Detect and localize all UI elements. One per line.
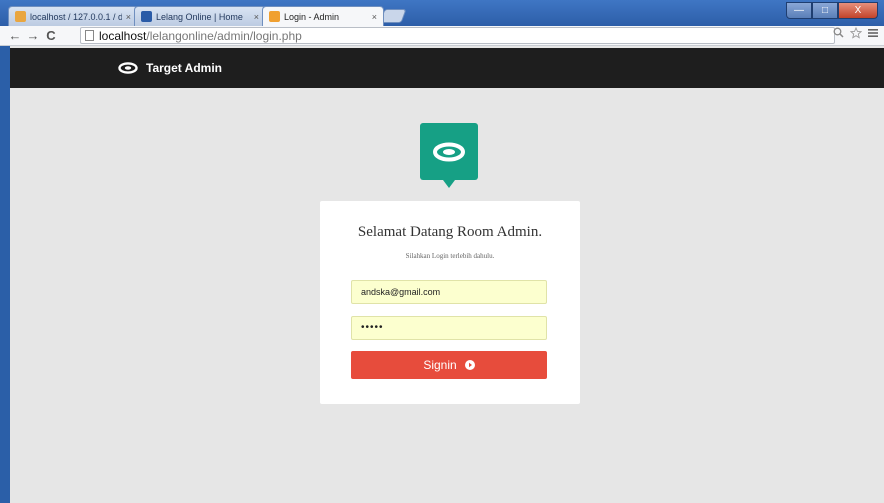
browser-titlebar: localhost / 127.0.0.1 / db_ × Lelang Onl… bbox=[0, 0, 884, 26]
forward-button[interactable]: → bbox=[24, 27, 42, 45]
back-button[interactable]: ← bbox=[6, 27, 24, 45]
email-field[interactable]: andska@gmail.com bbox=[351, 280, 547, 304]
login-subtitle: Silahkan Login terlebih dahulu. bbox=[405, 252, 495, 260]
url-host: localhost bbox=[99, 28, 147, 43]
minimize-button[interactable]: — bbox=[786, 2, 812, 19]
tab-phpmyadmin[interactable]: localhost / 127.0.0.1 / db_ × bbox=[8, 6, 138, 26]
password-field[interactable]: ••••• bbox=[351, 316, 547, 340]
window-controls: — □ X bbox=[786, 2, 878, 19]
tab-title: Login - Admin bbox=[284, 11, 340, 22]
maximize-button[interactable]: □ bbox=[812, 2, 838, 19]
target-logo-badge bbox=[420, 123, 478, 188]
tab-login-admin[interactable]: Login - Admin × bbox=[262, 6, 384, 26]
phpmyadmin-favicon-icon bbox=[15, 11, 26, 22]
menu-icon[interactable] bbox=[868, 27, 878, 42]
login-favicon-icon bbox=[269, 11, 280, 22]
target-logo-icon bbox=[118, 62, 138, 74]
page-content: Target Admin Selamat Datang Room Admin. … bbox=[10, 46, 884, 503]
address-bar[interactable]: localhost/lelangonline/admin/login.php bbox=[80, 27, 835, 44]
zoom-icon[interactable] bbox=[833, 27, 844, 42]
login-title: Selamat Datang Room Admin. bbox=[357, 224, 543, 240]
brand-name: Target Admin bbox=[146, 61, 223, 75]
target-logo-icon bbox=[433, 142, 465, 161]
reload-button[interactable]: C bbox=[42, 27, 60, 45]
play-circle-icon bbox=[464, 360, 475, 370]
top-navbar: Target Admin bbox=[10, 48, 884, 88]
tab-title: Lelang Online | Home bbox=[156, 11, 243, 22]
brand-link[interactable]: Target Admin bbox=[118, 48, 222, 88]
signin-button[interactable]: Signin bbox=[351, 351, 547, 379]
browser-toolbar: ← → C localhost/lelangonline/admin/login… bbox=[0, 26, 884, 46]
url-path: /lelangonline/admin/login.php bbox=[146, 28, 302, 43]
login-card: Selamat Datang Room Admin. Silahkan Logi… bbox=[320, 201, 580, 404]
tab-close-icon[interactable]: × bbox=[254, 12, 259, 22]
page-icon bbox=[85, 30, 94, 41]
tab-title: localhost / 127.0.0.1 / db_ bbox=[30, 11, 122, 22]
star-icon[interactable] bbox=[849, 26, 863, 42]
tab-lelang-online-home[interactable]: Lelang Online | Home × bbox=[134, 6, 266, 26]
signin-label: Signin bbox=[423, 358, 457, 372]
tab-close-icon[interactable]: × bbox=[126, 12, 131, 22]
close-window-button[interactable]: X bbox=[838, 2, 878, 19]
tab-close-icon[interactable]: × bbox=[372, 12, 377, 22]
lelang-favicon-icon bbox=[141, 11, 152, 22]
